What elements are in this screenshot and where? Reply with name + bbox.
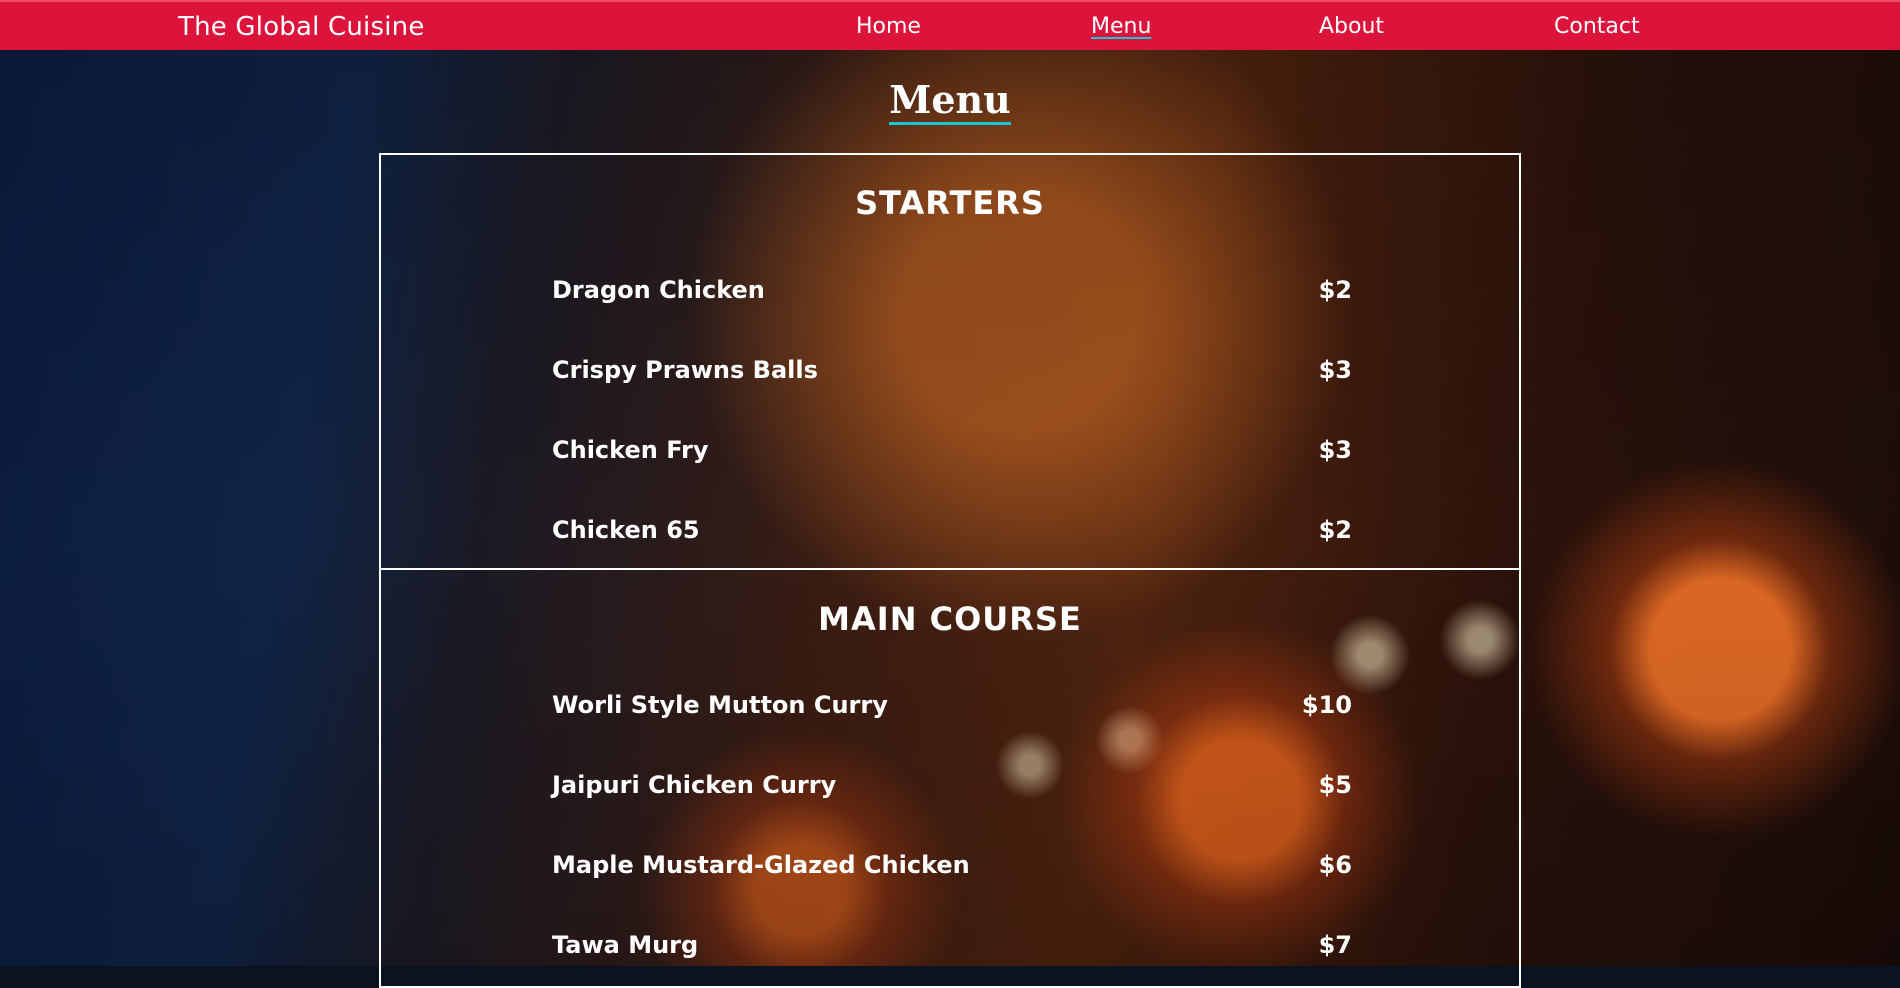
menu-item-price: $3 — [1318, 356, 1352, 384]
nav-about[interactable]: About — [1319, 14, 1384, 40]
menu-item-name: Maple Mustard-Glazed Chicken — [552, 851, 970, 879]
page-title: Menu — [0, 76, 1900, 125]
menu-item-price: $2 — [1318, 276, 1352, 304]
menu-item: Dragon Chicken $2 — [552, 276, 1352, 308]
menu-item-price: $3 — [1318, 436, 1352, 464]
nav-home[interactable]: Home — [856, 14, 921, 40]
section-title: MAIN COURSE — [818, 600, 1082, 638]
menu-item: Worli Style Mutton Curry $10 — [552, 691, 1352, 723]
menu-item-name: Chicken Fry — [552, 436, 709, 464]
top-navbar: The Global Cuisine Home Menu About Conta… — [0, 0, 1900, 50]
section-starters: STARTERS Dragon Chicken $2 Crispy Prawns… — [379, 153, 1521, 570]
nav-contact[interactable]: Contact — [1554, 14, 1640, 40]
menu-item-price: $2 — [1318, 516, 1352, 544]
menu-item-name: Dragon Chicken — [552, 276, 765, 304]
menu-item: Maple Mustard-Glazed Chicken $6 — [552, 851, 1352, 883]
page-title-text: Menu — [889, 77, 1011, 125]
menu-item-price: $6 — [1318, 851, 1352, 879]
section-main-course: MAIN COURSE Worli Style Mutton Curry $10… — [379, 568, 1521, 988]
menu-item-price: $7 — [1318, 931, 1352, 959]
menu-item-name: Worli Style Mutton Curry — [552, 691, 888, 719]
menu-item-name: Jaipuri Chicken Curry — [552, 771, 837, 799]
menu-item: Jaipuri Chicken Curry $5 — [552, 771, 1352, 803]
menu-item: Chicken Fry $3 — [552, 436, 1352, 468]
nav-menu[interactable]: Menu — [1091, 14, 1151, 40]
menu-item: Tawa Murg $7 — [552, 931, 1352, 963]
site-brand[interactable]: The Global Cuisine — [178, 12, 425, 42]
menu-item-name: Chicken 65 — [552, 516, 700, 544]
menu-item-price: $10 — [1301, 691, 1352, 719]
menu-item-name: Tawa Murg — [552, 931, 699, 959]
menu-item: Chicken 65 $2 — [552, 516, 1352, 548]
menu-item-name: Crispy Prawns Balls — [552, 356, 818, 384]
menu-item: Crispy Prawns Balls $3 — [552, 356, 1352, 388]
menu-item-price: $5 — [1318, 771, 1352, 799]
section-title: STARTERS — [855, 184, 1045, 222]
